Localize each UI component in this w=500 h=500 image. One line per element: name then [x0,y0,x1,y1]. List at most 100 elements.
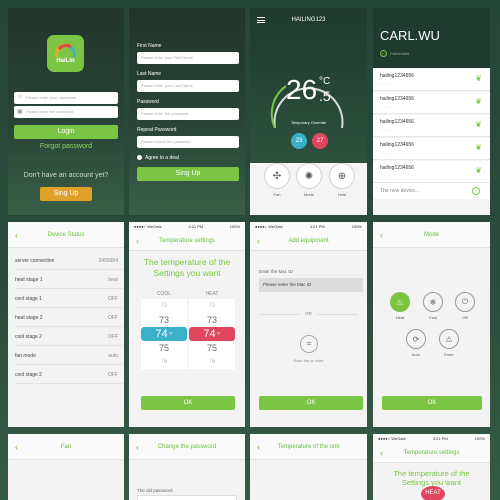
back-chevron-icon[interactable]: ‹ [15,434,18,460]
last-name-input[interactable]: Please enter your Last Name [137,80,239,92]
page-title: Change the password [157,444,217,450]
hold-button[interactable]: ⊕ [329,163,355,189]
mode-auto-button[interactable]: ⟳ [406,329,426,349]
hold-icon: ⊕ [337,170,347,182]
picker-value[interactable]: 75 [189,341,235,355]
mode-off-label: Off [462,315,468,320]
page-title: Fan [60,444,72,450]
clock: 4:21 PM [309,224,325,229]
mode-button[interactable]: ✺ [296,163,322,189]
status-row: cool stage 1 OFF [15,290,124,308]
device-list-screen: CARL.WU F Fahrenheit hailing1234656 ◌ ◌ ◌… [373,8,490,215]
thermostat-screen: HAILING123 26 °C .5 Temporary Override 2… [250,8,367,215]
mode-heat-button[interactable]: ♨ [390,292,410,312]
status-label: server connection [15,258,55,264]
power-icon: ⏻ [461,297,469,306]
title-bar: ‹ Temperature settings [373,443,490,463]
signup-button[interactable]: Sing Up [40,187,92,201]
back-chevron-icon[interactable]: ‹ [257,434,260,460]
ok-button[interactable]: OK [382,396,482,410]
scan-label: Scan the qr code [293,358,324,363]
back-chevron-icon[interactable]: ‹ [15,222,18,248]
picker-value[interactable]: 73 [141,313,187,327]
login-button[interactable]: Login [14,125,118,139]
profile-header: CARL.WU F Fahrenheit [373,8,490,68]
mode-off-button[interactable]: ⏻ [455,292,475,312]
no-account-text: Don't have an account yet? [23,172,109,179]
mac-input[interactable]: Please enter the Mac ID [259,278,363,292]
mode-cool-button[interactable]: ❄ [423,292,443,312]
first-name-input[interactable]: Please enter your First Name [137,52,239,64]
heat-setpoint[interactable]: 27 [312,133,328,149]
status-label: cool stage 2 [15,334,42,340]
status-row: heat stage 2 OFF [15,309,124,327]
picker-value[interactable]: 72 [141,299,187,313]
old-password-label: The old password [137,488,173,493]
back-chevron-icon[interactable]: ‹ [136,434,139,460]
new-device-row[interactable]: The new device... → [373,183,490,199]
status-value: OFF [108,334,118,340]
picker-value[interactable]: 74°F [189,327,235,341]
status-value: OFF [108,315,118,321]
picker-unit: °F [216,331,221,336]
device-row[interactable]: hailing1234656 ◌ ◌ ◌ ❦ [373,138,490,160]
status-bar: ●●●●○ WeGate 4:21 PM 100% [250,222,367,231]
status-value: heat [108,277,118,283]
device-row[interactable]: hailing1234656 ◌ ◌ ◌ ❦ [373,115,490,137]
picker-value[interactable]: 75 [141,341,187,355]
back-chevron-icon[interactable]: ‹ [257,231,260,251]
last-name-label: Last Name [137,71,162,77]
temperature-unit-screen: ‹ Temperature of the unit [250,434,367,500]
repeat-password-label: Repeat Password [137,127,177,133]
emergency-icon: ⚠ [445,334,453,344]
status-value: 2455654 [98,258,118,264]
username-placeholder: Please enter your username [26,95,77,100]
title-bar: ‹ Device Status [8,222,124,248]
back-chevron-icon[interactable]: ‹ [380,443,383,463]
cool-column-label: COOL [156,291,172,297]
scan-qr-button[interactable]: ⌗ [300,335,318,353]
thermostat-icon: ❦ [475,97,482,106]
mode-emer-label: Emer [444,352,454,357]
password-input[interactable]: ▣ Please enter the password [14,106,118,118]
back-chevron-icon[interactable]: ‹ [136,231,139,251]
add-equipment-screen: ●●●●○ WeGate 4:21 PM 100% ‹ Add equipmen… [250,222,367,427]
status-row: heat stage 1 heat [15,271,124,289]
ok-button[interactable]: OK [259,396,363,410]
device-row[interactable]: hailing1234656 ◌ ◌ ◌ ❦ [373,69,490,91]
heat-badge[interactable]: HEAT [421,486,445,500]
picker-value[interactable]: 76 [189,355,235,369]
agree-checkbox[interactable] [137,155,142,160]
signup-submit-button[interactable]: Sing Up [137,167,239,181]
temp-integer: 26 [286,74,318,105]
device-row[interactable]: hailing1234656 ◌ ◌ ◌ ❦ [373,92,490,114]
ok-button[interactable]: OK [141,396,235,410]
heat-picker[interactable]: 72 73 74°F 75 76 [189,299,235,369]
auto-icon: ⟳ [412,334,420,344]
cool-setpoint[interactable]: 23 [291,133,307,149]
old-password-input[interactable] [137,495,237,500]
new-device-label: The new device... [380,188,420,194]
picker-value[interactable]: 72 [189,299,235,313]
fan-button[interactable]: ✣ [264,163,290,189]
repeat-password-input[interactable]: Please repeat the password [137,136,239,148]
forgot-password-link[interactable]: Forgot password [8,143,124,150]
device-status-screen: ‹ Device Status server connection 2455654… [8,222,124,427]
picker-value[interactable]: 76 [141,355,187,369]
title-bar: ‹ Temperature of the unit [250,434,367,460]
carrier: ●●●●○ WeGate [134,224,162,229]
mode-emer-button[interactable]: ⚠ [439,329,459,349]
clock: 4:21 PM [432,436,448,441]
back-chevron-icon[interactable]: ‹ [380,222,383,248]
device-name: hailing1234656 [380,142,414,148]
picker-value[interactable]: 73 [189,313,235,327]
picker-value[interactable]: 74°F [141,327,187,341]
logo-text: HaiLin [56,58,75,64]
device-row[interactable]: hailing1234656 ◌ ◌ ◌ ❦ [373,161,490,183]
temp-decimal: .5 [319,88,331,104]
cool-picker[interactable]: 72 73 74°F 75 76 [141,299,187,369]
title-bar: ‹ Temperature settings [129,231,245,251]
signup-password-input[interactable]: Please enter the password [137,108,239,120]
mac-label: Enter the Mac ID [259,269,293,274]
username-input[interactable]: ☺ Please enter your username [14,92,118,104]
